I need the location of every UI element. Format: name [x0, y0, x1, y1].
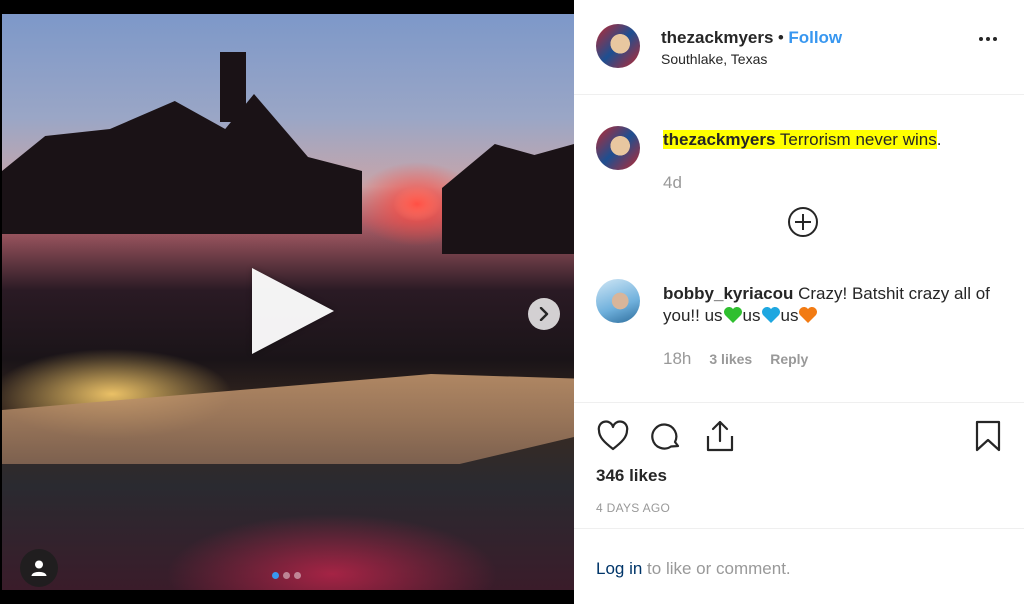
author-avatar[interactable]: [596, 24, 640, 68]
pool-deck: [2, 374, 574, 464]
comment-age: 18h: [663, 349, 692, 368]
caption-username[interactable]: thezackmyers: [663, 130, 775, 149]
login-prompt: Log in to like or comment.: [596, 559, 791, 579]
comment-icon[interactable]: [650, 420, 682, 452]
more-options-button[interactable]: [979, 37, 997, 41]
dot: [993, 37, 997, 41]
reply-button[interactable]: Reply: [770, 351, 808, 367]
next-slide-button[interactable]: [528, 298, 560, 330]
post-sidebar: thezackmyers • Follow Southlake, Texas t…: [574, 0, 1024, 604]
separator-dot: •: [777, 28, 784, 47]
bookmark-icon[interactable]: [974, 419, 1002, 453]
caption-age: 4d: [663, 173, 682, 192]
post-video[interactable]: [2, 14, 574, 590]
slide-indicator: [272, 572, 301, 579]
author-line: thezackmyers • Follow: [661, 28, 842, 48]
login-bar: Log in to like or comment.: [574, 528, 1024, 604]
blue-heart-icon: [761, 307, 780, 323]
comment-likes[interactable]: 3 likes: [709, 351, 752, 367]
follow-button[interactable]: Follow: [788, 28, 842, 47]
post-location[interactable]: Southlake, Texas: [661, 51, 767, 67]
comment-text: bobby_kyriacou Crazy! Batshit crazy all …: [663, 283, 1008, 327]
comment-meta: 18h 3 likes Reply: [663, 349, 808, 369]
comment-text-part: us: [780, 306, 799, 325]
tagged-users-button[interactable]: [20, 549, 58, 587]
comment-username[interactable]: bobby_kyriacou: [663, 284, 793, 303]
chevron-right-icon: [539, 307, 549, 321]
green-heart-icon: [723, 307, 742, 323]
caption-avatar[interactable]: [596, 126, 640, 170]
house-silhouette: [2, 94, 362, 234]
share-icon[interactable]: [704, 419, 736, 453]
chimney: [220, 52, 246, 122]
heart-icon[interactable]: [596, 420, 630, 452]
instagram-post-window: thezackmyers • Follow Southlake, Texas t…: [0, 0, 1024, 604]
author-username[interactable]: thezackmyers: [661, 28, 773, 47]
comment-text-part: us: [742, 306, 761, 325]
post-header: thezackmyers • Follow Southlake, Texas: [574, 0, 1024, 95]
login-prompt-rest: to like or comment.: [642, 559, 791, 578]
user-icon: [31, 560, 47, 576]
login-link[interactable]: Log in: [596, 559, 642, 578]
caption-text: thezackmyers Terrorism never wins.: [663, 129, 1003, 151]
load-more-comments-icon[interactable]: [787, 206, 819, 238]
dot: [986, 37, 990, 41]
caption-body: Terrorism never wins: [779, 130, 937, 149]
slide-dot: [294, 572, 301, 579]
slide-dot: [283, 572, 290, 579]
caption-period: .: [936, 130, 942, 149]
house-silhouette-right: [442, 144, 574, 254]
dot: [979, 37, 983, 41]
orange-heart-icon: [799, 307, 818, 323]
slide-dot: [272, 572, 279, 579]
commenter-avatar[interactable]: [596, 279, 640, 323]
post-actions: 346 likes 4 DAYS AGO: [574, 402, 1024, 527]
like-count[interactable]: 346 likes: [596, 466, 667, 486]
post-date: 4 DAYS AGO: [596, 501, 671, 515]
play-icon[interactable]: [252, 268, 334, 354]
